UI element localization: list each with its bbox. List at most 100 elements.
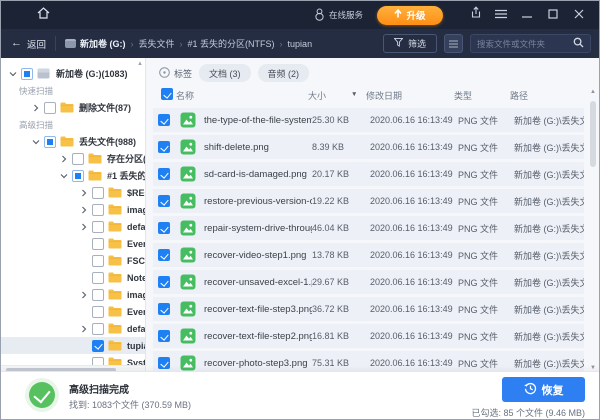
file-name: shift-delete.png xyxy=(204,142,312,153)
file-row[interactable]: repair-system-drive-throug...46.04 KB202… xyxy=(153,216,584,240)
tree-item[interactable]: Everythi... xyxy=(1,303,145,320)
breadcrumb-item[interactable]: 丢失文件 xyxy=(139,37,175,50)
row-checkbox[interactable] xyxy=(158,249,170,261)
breadcrumb-item[interactable]: #1 丢失的分区(NTFS) xyxy=(188,37,275,50)
breadcrumb-item[interactable]: 新加卷 (G:) xyxy=(80,37,126,50)
file-row[interactable]: recover-text-file-step2.png16.81 KB2020.… xyxy=(153,324,584,348)
status-bar: 高级扫描完成 找到: 1083个文件 (370.59 MB) 恢复 已勾选: 8… xyxy=(1,371,599,419)
tree-checkbox[interactable] xyxy=(92,340,104,352)
column-header-name[interactable]: 名称 xyxy=(176,89,194,102)
list-vertical-scrollbar[interactable]: ▲ ▼ xyxy=(589,89,597,371)
tree-checkbox[interactable] xyxy=(92,187,104,199)
tree-checkbox[interactable] xyxy=(92,323,104,335)
file-size: 36.72 KB xyxy=(312,304,370,314)
tree-item[interactable]: $RECYC... xyxy=(1,184,145,201)
tree-item[interactable]: images... xyxy=(1,286,145,303)
minimize-button[interactable] xyxy=(517,5,537,25)
tree-item[interactable]: Everythi... xyxy=(1,235,145,252)
sort-down-icon[interactable]: ▼ xyxy=(351,91,357,98)
row-checkbox[interactable] xyxy=(158,168,170,180)
tree-item[interactable]: 丢失文件(988) xyxy=(1,133,145,150)
chevron-right-icon[interactable] xyxy=(79,324,89,334)
row-checkbox[interactable] xyxy=(158,114,170,126)
tree-checkbox[interactable] xyxy=(92,306,104,318)
file-row[interactable]: shift-delete.png8.39 KB2020.06.16 16:13:… xyxy=(153,135,584,159)
file-row[interactable]: recover-unsaved-excel-1.png29.67 KB2020.… xyxy=(153,270,584,294)
tree-item[interactable]: 存在分区(93 xyxy=(1,150,145,167)
tree-item[interactable]: default(... xyxy=(1,320,145,337)
recover-button[interactable]: 恢复 xyxy=(502,377,585,402)
tree-item[interactable]: FSCapt... xyxy=(1,252,145,269)
search-input[interactable] xyxy=(477,39,573,49)
online-service-button[interactable]: 在线服务 xyxy=(314,8,363,23)
tree-checkbox[interactable] xyxy=(92,204,104,216)
chevron-right-icon[interactable] xyxy=(31,103,41,113)
tree-checkbox[interactable] xyxy=(44,102,56,114)
chevron-right-icon[interactable] xyxy=(79,290,89,300)
chevron-right-icon[interactable] xyxy=(79,188,89,198)
file-row[interactable]: sd-card-is-damaged.png20.17 KB2020.06.16… xyxy=(153,162,584,186)
tree-checkbox[interactable] xyxy=(44,136,56,148)
tree-checkbox[interactable] xyxy=(72,153,84,165)
chevron-down-icon[interactable] xyxy=(59,171,69,181)
chevron-down-icon[interactable] xyxy=(31,137,41,147)
filter-button[interactable]: 筛选 xyxy=(383,34,437,53)
select-all-checkbox[interactable] xyxy=(161,88,173,100)
close-button[interactable] xyxy=(569,5,589,25)
tree-item[interactable]: 删除文件(87) xyxy=(1,99,145,116)
row-checkbox[interactable] xyxy=(158,141,170,153)
restore-clock-icon xyxy=(524,382,537,398)
tree-item[interactable]: Notepa... xyxy=(1,269,145,286)
arrow-up-icon xyxy=(394,9,402,21)
filter-pill-audio[interactable]: 音频 (2) xyxy=(258,64,310,82)
row-checkbox[interactable] xyxy=(158,303,170,315)
scrollbar-thumb[interactable] xyxy=(590,101,596,167)
search-icon[interactable] xyxy=(573,35,584,53)
home-button[interactable] xyxy=(33,5,53,25)
tree-item[interactable]: images... xyxy=(1,201,145,218)
tree-checkbox[interactable] xyxy=(92,221,104,233)
upgrade-button[interactable]: 升级 xyxy=(377,6,443,25)
back-label: 返回 xyxy=(27,37,46,51)
file-row[interactable]: recover-text-file-step3.png36.72 KB2020.… xyxy=(153,297,584,321)
tree-checkbox[interactable] xyxy=(92,272,104,284)
tree-item[interactable]: default(... xyxy=(1,218,145,235)
chevron-right-icon[interactable] xyxy=(79,222,89,232)
tree-checkbox[interactable] xyxy=(72,170,84,182)
row-checkbox[interactable] xyxy=(158,222,170,234)
file-row[interactable]: recover-video-step1.png13.78 KB2020.06.1… xyxy=(153,243,584,267)
row-checkbox[interactable] xyxy=(158,276,170,288)
column-header-size[interactable]: 大小 xyxy=(308,89,326,102)
filter-pill-documents[interactable]: 文档 (3) xyxy=(199,64,251,82)
tree-checkbox[interactable] xyxy=(92,238,104,250)
row-checkbox[interactable] xyxy=(158,330,170,342)
file-path: 新加卷 (G:)\丢失文... xyxy=(514,276,584,289)
tree-item[interactable]: 新加卷 (G:)(1083) xyxy=(1,65,145,82)
scroll-up-icon[interactable]: ▲ xyxy=(137,61,143,67)
folder-icon xyxy=(108,238,123,249)
scroll-up-icon[interactable]: ▲ xyxy=(590,89,596,95)
tree-checkbox[interactable] xyxy=(92,255,104,267)
chevron-down-icon[interactable] xyxy=(8,69,18,79)
column-header-path[interactable]: 路径 xyxy=(510,89,528,102)
tree-checkbox[interactable] xyxy=(92,289,104,301)
back-button[interactable]: ← 返回 xyxy=(11,37,46,51)
tree-checkbox[interactable] xyxy=(21,68,33,80)
tags-toggle[interactable]: 标签 xyxy=(159,67,192,80)
column-header-date[interactable]: 修改日期 xyxy=(366,89,402,102)
share-button[interactable] xyxy=(465,5,485,25)
view-mode-button[interactable] xyxy=(444,34,463,53)
menu-button[interactable] xyxy=(491,5,511,25)
tree-item[interactable]: #1 丢失的... xyxy=(1,167,145,184)
chevron-right-icon[interactable] xyxy=(59,154,69,164)
row-checkbox[interactable] xyxy=(158,357,170,369)
file-row[interactable]: restore-previous-version-of...19.22 KB20… xyxy=(153,189,584,213)
maximize-button[interactable] xyxy=(543,5,563,25)
column-header-type[interactable]: 类型 xyxy=(454,89,472,102)
chevron-right-icon[interactable] xyxy=(79,205,89,215)
row-checkbox[interactable] xyxy=(158,195,170,207)
file-type: PNG 文件 xyxy=(458,249,514,262)
file-row[interactable]: the-type-of-the-file-system...25.30 KB20… xyxy=(153,108,584,132)
tree-item[interactable]: tupian( xyxy=(1,337,145,354)
breadcrumb-item[interactable]: tupian xyxy=(288,39,313,49)
